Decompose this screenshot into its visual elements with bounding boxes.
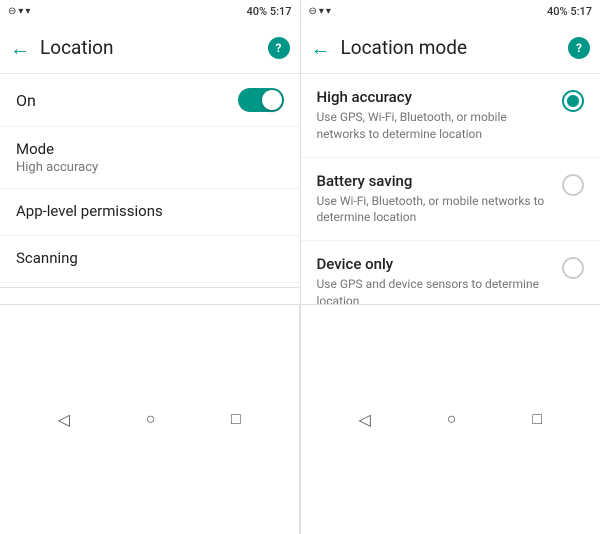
device-only-title: Device only <box>317 255 551 273</box>
toggle-label: On <box>16 91 36 110</box>
status-bar: ⊖ ▾ ▾ 40% 5:17 ⊖ ▾ ▾ 40% 5:17 <box>0 0 600 22</box>
right-help-button[interactable]: ? <box>568 37 590 59</box>
left-back-button[interactable]: ← <box>10 38 30 58</box>
left-panel-header: ← Location ? <box>0 22 300 74</box>
right-status-icons: ⊖ ▾ ▾ <box>309 6 331 17</box>
right-nav-bar: ◁ ○ □ <box>301 304 600 534</box>
right-time-battery: 40% 5:17 <box>547 5 592 18</box>
wifi-icon: ▾ <box>25 6 30 17</box>
left-status-icons: ⊖ ▾ ▾ <box>8 6 30 17</box>
left-battery: 40% 5:17 <box>247 5 292 18</box>
right-panel: ← Location mode ? High accuracy Use GPS,… <box>301 22 600 534</box>
right-home-nav[interactable]: ○ <box>437 403 467 435</box>
right-recent-nav[interactable]: □ <box>522 403 552 435</box>
signal-icon-r: ▾ <box>319 6 324 17</box>
scanning-menu-item[interactable]: Scanning <box>0 236 300 283</box>
panels-container: ← Location ? On Mode High accuracy App-l… <box>0 22 600 534</box>
mode-sub: High accuracy <box>16 160 284 175</box>
battery-saving-title: Battery saving <box>317 172 551 190</box>
battery-saving-sub: Use Wi-Fi, Bluetooth, or mobile networks… <box>317 193 551 227</box>
right-battery: 40% 5:17 <box>547 5 592 18</box>
app-permissions-title: App-level permissions <box>16 202 284 220</box>
minus-icon: ⊖ <box>8 6 16 17</box>
mode-title: Mode <box>16 140 284 158</box>
recent-section-header: Recent location requests <box>0 292 300 304</box>
device-only-option[interactable]: Device only Use GPS and device sensors t… <box>301 241 600 303</box>
left-time-battery: 40% 5:17 <box>247 5 292 18</box>
battery-saving-text: Battery saving Use Wi-Fi, Bluetooth, or … <box>317 172 563 227</box>
left-panel-content: On Mode High accuracy App-level permissi… <box>0 74 300 304</box>
app-permissions-menu-item[interactable]: App-level permissions <box>0 189 300 236</box>
divider-1 <box>0 287 300 288</box>
high-accuracy-radio[interactable] <box>562 90 584 112</box>
left-back-nav[interactable]: ◁ <box>48 404 80 435</box>
right-back-nav[interactable]: ◁ <box>348 404 380 435</box>
left-recent-nav[interactable]: □ <box>221 403 251 435</box>
location-toggle-row[interactable]: On <box>0 74 300 127</box>
right-panel-header: ← Location mode ? <box>301 22 600 74</box>
left-panel: ← Location ? On Mode High accuracy App-l… <box>0 22 301 534</box>
left-nav-bar: ◁ ○ □ <box>0 304 300 534</box>
right-panel-title: Location mode <box>341 36 569 59</box>
left-home-nav[interactable]: ○ <box>136 403 166 435</box>
location-toggle[interactable] <box>238 88 284 112</box>
status-bar-left: ⊖ ▾ ▾ 40% 5:17 <box>0 0 300 22</box>
high-accuracy-text: High accuracy Use GPS, Wi-Fi, Bluetooth,… <box>317 88 563 143</box>
high-accuracy-sub: Use GPS, Wi-Fi, Bluetooth, or mobile net… <box>317 109 551 143</box>
battery-saving-option[interactable]: Battery saving Use Wi-Fi, Bluetooth, or … <box>301 158 600 242</box>
high-accuracy-title: High accuracy <box>317 88 551 106</box>
device-only-sub: Use GPS and device sensors to determine … <box>317 276 551 303</box>
left-panel-title: Location <box>40 36 268 59</box>
signal-icon: ▾ <box>18 6 23 17</box>
right-back-button[interactable]: ← <box>311 38 331 58</box>
minus-icon-r: ⊖ <box>309 6 317 17</box>
wifi-icon-r: ▾ <box>326 6 331 17</box>
scanning-title: Scanning <box>16 249 284 267</box>
status-bar-right: ⊖ ▾ ▾ 40% 5:17 <box>301 0 600 22</box>
device-only-text: Device only Use GPS and device sensors t… <box>317 255 563 303</box>
right-panel-content: High accuracy Use GPS, Wi-Fi, Bluetooth,… <box>301 74 600 304</box>
left-help-button[interactable]: ? <box>268 37 290 59</box>
device-only-radio[interactable] <box>562 257 584 279</box>
battery-saving-radio[interactable] <box>562 174 584 196</box>
high-accuracy-option[interactable]: High accuracy Use GPS, Wi-Fi, Bluetooth,… <box>301 74 600 158</box>
mode-menu-item[interactable]: Mode High accuracy <box>0 127 300 189</box>
